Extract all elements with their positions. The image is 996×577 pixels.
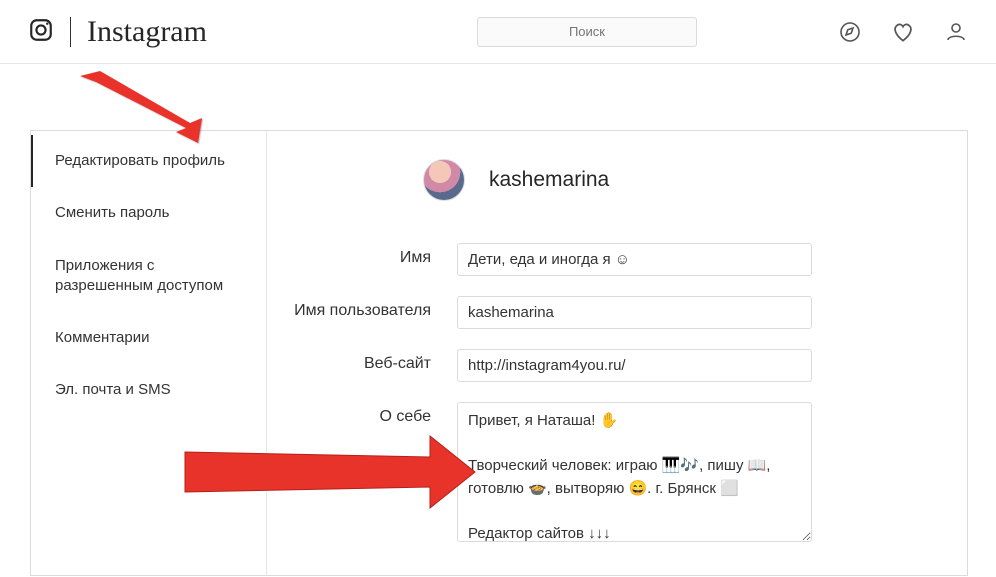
brand[interactable]: Instagram [28,15,207,49]
label-bio: О себе [267,402,457,426]
row-name: Имя [267,243,887,276]
sidebar-item-email-sms[interactable]: Эл. почта и SMS [31,364,266,416]
row-bio: О себе [267,402,887,542]
camera-icon [28,17,54,47]
brand-wordmark: Instagram [87,15,207,49]
explore-icon[interactable] [838,20,862,44]
heart-icon[interactable] [890,19,916,45]
row-website: Веб-сайт [267,349,887,382]
input-username[interactable] [457,296,812,329]
profile-icon[interactable] [944,20,968,44]
textarea-bio[interactable] [457,402,812,542]
search-input[interactable] [477,17,697,47]
brand-separator [70,17,71,47]
avatar[interactable] [423,159,465,201]
settings-page: Редактировать профиль Сменить пароль При… [30,130,968,576]
settings-sidebar: Редактировать профиль Сменить пароль При… [31,131,267,575]
sidebar-item-comments[interactable]: Комментарии [31,312,266,364]
input-website[interactable] [457,349,812,382]
label-name: Имя [267,243,457,267]
row-username: Имя пользователя [267,296,887,329]
header-actions [838,19,968,45]
profile-header: kashemarina [423,159,887,201]
settings-main: kashemarina Имя Имя пользователя Веб-сай… [267,131,967,575]
profile-username: kashemarina [489,168,609,192]
sidebar-item-authorized-apps[interactable]: Приложения с разрешенным доступом [31,240,266,313]
sidebar-item-edit-profile[interactable]: Редактировать профиль [31,135,266,187]
label-website: Веб-сайт [267,349,457,373]
app-header: Instagram [0,0,996,64]
label-username: Имя пользователя [267,296,457,320]
search-wrap [477,17,697,47]
input-name[interactable] [457,243,812,276]
sidebar-item-change-password[interactable]: Сменить пароль [31,187,266,239]
